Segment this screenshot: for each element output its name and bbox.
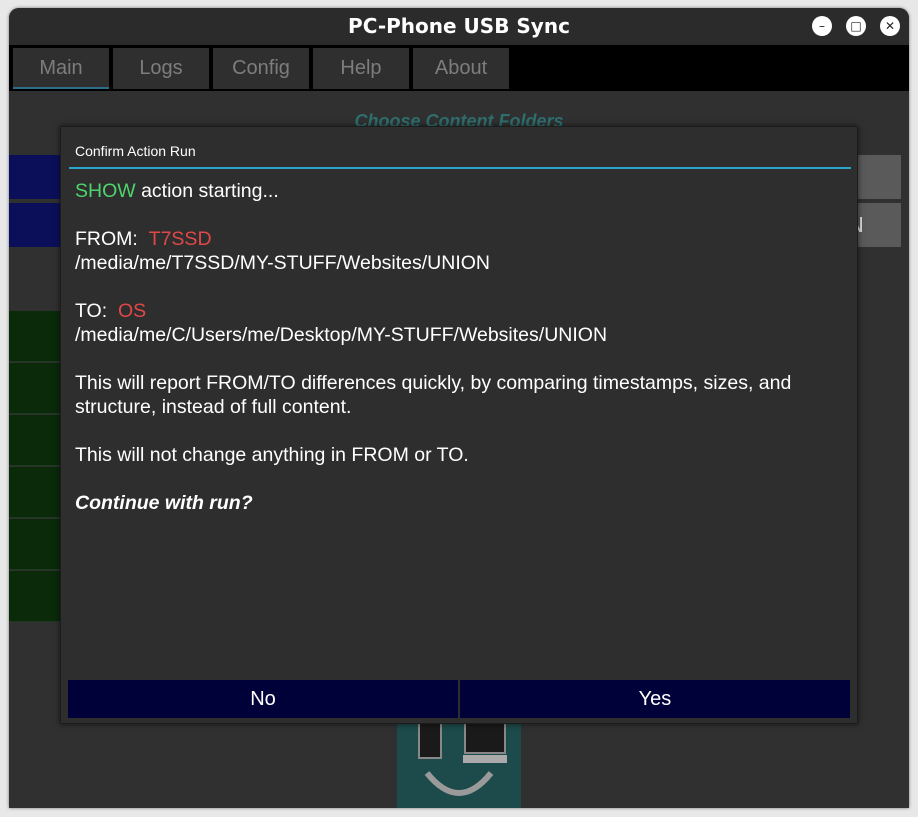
dialog-message: SHOW action starting... FROM: T7SSD/medi… (75, 179, 845, 539)
note-text: This will not change anything in FROM or… (75, 444, 469, 466)
no-button[interactable]: No (68, 680, 458, 718)
window-title: PC-Phone USB Sync (348, 14, 570, 38)
action-line: SHOW action starting... (75, 179, 845, 203)
to-path: /media/me/C/Users/me/Desktop/MY-STUFF/We… (75, 324, 608, 346)
dialog-title: Confirm Action Run (75, 143, 196, 159)
usb-sync-logo-icon (418, 722, 507, 796)
maximize-icon[interactable]: □ (846, 16, 866, 36)
tab-help[interactable]: Help (313, 48, 409, 89)
from-path: /media/me/T7SSD/MY-STUFF/Websites/UNION (75, 252, 491, 274)
close-icon[interactable]: ✕ (880, 16, 900, 36)
yes-button[interactable]: Yes (460, 680, 850, 718)
confirm-dialog: Confirm Action Run SHOW action starting.… (60, 126, 858, 724)
description-text: This will report FROM/TO differences qui… (75, 372, 792, 418)
minimize-icon[interactable]: – (812, 16, 832, 36)
tab-logs[interactable]: Logs (113, 48, 209, 89)
tab-bar: Main Logs Config Help About (9, 45, 909, 91)
app-logo (397, 722, 521, 808)
action-suffix: action starting... (135, 180, 279, 202)
to-device: OS (118, 300, 147, 322)
dialog-divider (69, 167, 851, 169)
action-name: SHOW (75, 180, 136, 202)
to-label: TO: (75, 300, 108, 322)
from-block: FROM: T7SSD/media/me/T7SSD/MY-STUFF/Webs… (75, 227, 845, 275)
tab-about[interactable]: About (413, 48, 509, 89)
from-device: T7SSD (148, 228, 212, 250)
tab-main[interactable]: Main (13, 48, 109, 89)
to-block: TO: OS/media/me/C/Users/me/Desktop/MY-ST… (75, 299, 845, 347)
prompt-text: Continue with run? (75, 492, 253, 514)
tab-config[interactable]: Config (213, 48, 309, 89)
title-bar: PC-Phone USB Sync – □ ✕ (9, 8, 909, 45)
from-label: FROM: (75, 228, 138, 250)
